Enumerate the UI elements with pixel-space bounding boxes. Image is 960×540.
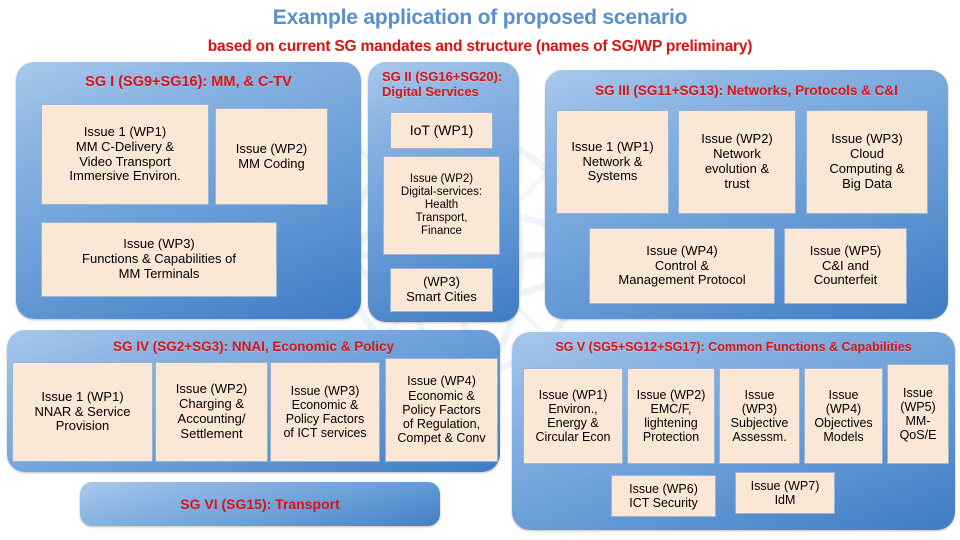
sg4-wp2-text: Issue (WP2) Charging & Accounting/Settleme… bbox=[175, 381, 248, 441]
sg2-wp3-text: (WP3) Smart Cities bbox=[406, 274, 477, 304]
sg5-wp1-box[interactable]: Issue (WP1) Environ., Energy & Circular Eco… bbox=[523, 368, 623, 464]
sg5-wp2-box[interactable]: Issue (WP2) EMC/F, lightening Protection bbox=[627, 368, 715, 464]
sg5-wp4-box[interactable]: Issue (WP4) Objectives Models bbox=[804, 368, 883, 464]
sg5-wp5-text: Issue (WP5) MM- QoS/E bbox=[899, 385, 937, 443]
sg3-wp2-box[interactable]: Issue (WP2) Network evolution & trust bbox=[678, 110, 796, 214]
sg4-wp1-text: Issue 1 (WP1) NNAR & Service Provision bbox=[34, 388, 131, 434]
panel-sg5-title: SG V (SG5+SG12+SG17): Common Functions &… bbox=[555, 340, 912, 354]
panel-sg6-title: SG VI (SG15): Transport bbox=[180, 496, 340, 512]
sg5-wp5-box[interactable]: Issue (WP5) MM- QoS/E bbox=[887, 364, 949, 464]
sg1-wp1-box[interactable]: Issue 1 (WP1) MM C-Delivery & Video Transp… bbox=[41, 104, 209, 205]
sg1-wp3-text: Issue (WP3) Functions & Capabilities of MM… bbox=[82, 236, 236, 281]
sg1-wp2-text: Issue (WP2) MM Coding bbox=[235, 140, 308, 171]
sg5-wp1-text: Issue (WP1) Environ., Energy & Circular Eco… bbox=[535, 387, 611, 445]
sg5-wp3-text: Issue (WP3) Subjective Assessm. bbox=[730, 387, 789, 445]
panel-sg4-title: SG IV (SG2+SG3): NNAI, Economic & Policy bbox=[113, 339, 394, 354]
sg4-wp3-box[interactable]: Issue (WP3) Economic & Policy Factors of IC… bbox=[270, 362, 380, 462]
panel-sg6[interactable]: SG VI (SG15): Transport bbox=[80, 482, 440, 526]
sg2-wp2-box[interactable]: Issue (WP2) Digital-services: Health Transp… bbox=[383, 156, 500, 255]
sg4-wp4-box[interactable]: Issue (WP4) Economic & Policy Factors of Re… bbox=[385, 358, 498, 462]
sg2-wp1-box[interactable]: IoT (WP1) bbox=[390, 112, 493, 149]
sg3-wp4-text: Issue (WP4) Control & Management Protocol bbox=[618, 242, 746, 288]
sg3-wp5-text: Issue (WP5) C&I and Counterfeit bbox=[809, 242, 882, 288]
sg3-wp3-text: Issue (WP3) Cloud Computing & Big Data bbox=[829, 131, 905, 191]
sg5-wp4-text: Issue (WP4) Objectives Models bbox=[814, 387, 873, 445]
sg1-wp1-text: Issue 1 (WP1) MM C-Delivery & Video Transp… bbox=[69, 123, 181, 184]
sg4-wp2-box[interactable]: Issue (WP2) Charging & Accounting/Settleme… bbox=[155, 362, 268, 462]
sg1-wp3-box[interactable]: Issue (WP3) Functions & Capabilities of MM… bbox=[41, 222, 277, 297]
sg5-wp7-box[interactable]: Issue (WP7) IdM bbox=[735, 472, 835, 514]
sg3-wp3-box[interactable]: Issue (WP3) Cloud Computing & Big Data bbox=[806, 110, 928, 214]
sg3-wp5-box[interactable]: Issue (WP5) C&I and Counterfeit bbox=[784, 228, 907, 304]
panel-sg2-title: SG II (SG16+SG20): Digital Services bbox=[382, 69, 503, 99]
sg1-wp2-box[interactable]: Issue (WP2) MM Coding bbox=[215, 108, 328, 205]
sg4-wp4-text: Issue (WP4) Economic & Policy Factors of Re… bbox=[397, 374, 486, 446]
sg3-wp2-text: Issue (WP2) Network evolution & trust bbox=[701, 131, 773, 191]
sg3-wp4-box[interactable]: Issue (WP4) Control & Management Protocol bbox=[589, 228, 775, 304]
sg2-wp3-box[interactable]: (WP3) Smart Cities bbox=[390, 268, 493, 312]
sg5-wp7-text: Issue (WP7) IdM bbox=[750, 478, 820, 507]
sg5-wp6-box[interactable]: Issue (WP6) ICT Security bbox=[611, 475, 716, 517]
panel-sg3-title: SG III (SG11+SG13): Networks, Protocols … bbox=[595, 83, 898, 98]
sg3-wp1-text: Issue 1 (WP1) Network & Systems bbox=[571, 138, 654, 184]
sg4-wp1-box[interactable]: Issue 1 (WP1) NNAR & Service Provision bbox=[12, 362, 153, 462]
sg2-wp1-text: IoT (WP1) bbox=[409, 121, 474, 138]
sg5-wp2-text: Issue (WP2) EMC/F, lightening Protection bbox=[636, 387, 706, 445]
panel-sg1-title: SG I (SG9+SG16): MM, & C-TV bbox=[85, 74, 292, 90]
sg4-wp3-text: Issue (WP3) Economic & Policy Factors of IC… bbox=[283, 383, 367, 441]
sg5-wp6-text: Issue (WP6) ICT Security bbox=[629, 481, 698, 510]
page-title: Example application of proposed scenario bbox=[272, 6, 688, 29]
sg3-wp1-box[interactable]: Issue 1 (WP1) Network & Systems bbox=[556, 110, 669, 214]
sg5-wp3-box[interactable]: Issue (WP3) Subjective Assessm. bbox=[719, 368, 800, 464]
sg2-wp2-text: Issue (WP2) Digital-services: Health Transp… bbox=[400, 172, 483, 238]
page-subtitle: based on current SG mandates and structu… bbox=[207, 38, 753, 55]
